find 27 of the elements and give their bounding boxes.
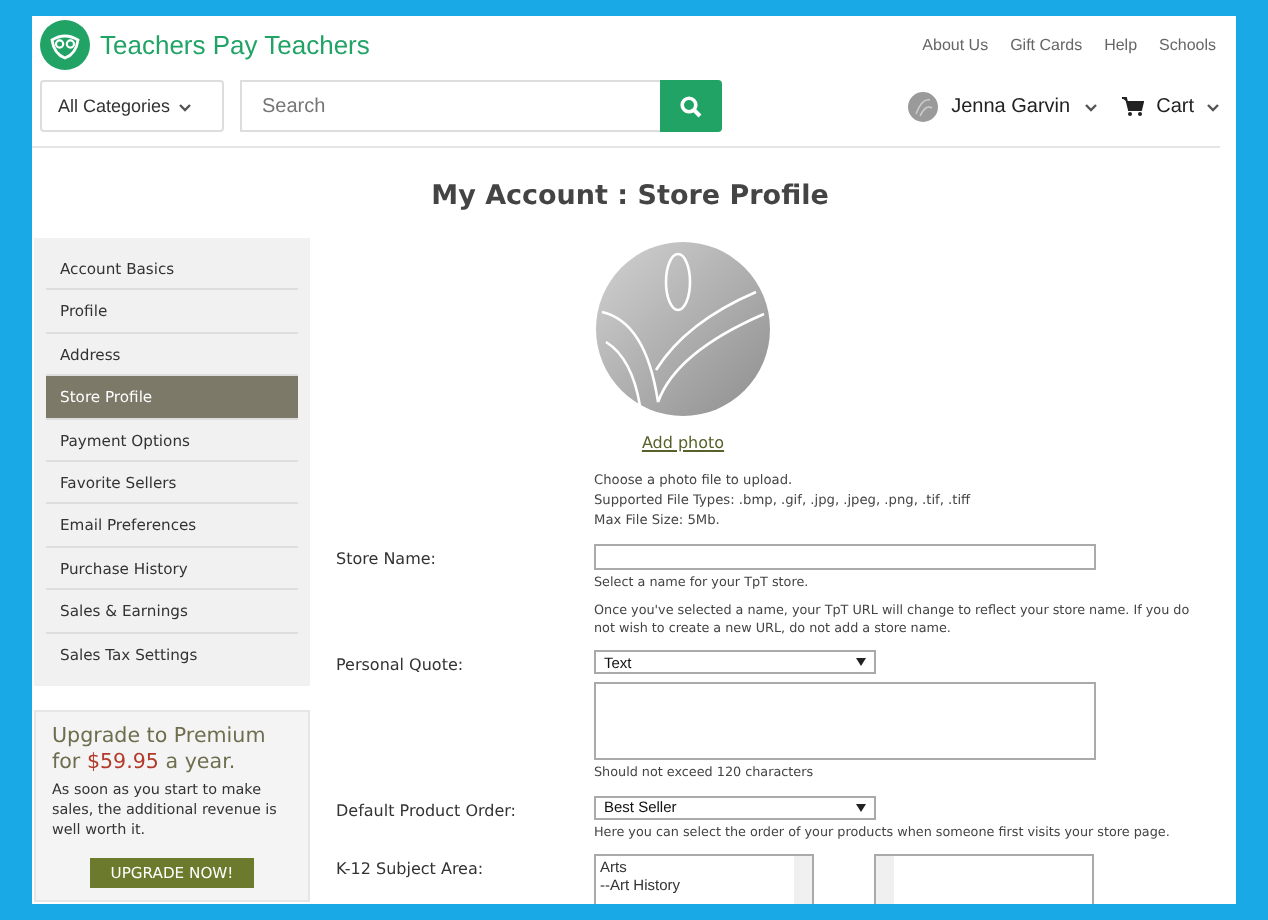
cart-menu[interactable]: Cart [1122,95,1220,117]
nav-link[interactable]: Schools [1159,36,1216,54]
nav-link[interactable]: Gift Cards [1010,36,1083,54]
dropdown-arrow-icon [856,803,866,812]
caret-icon [1084,101,1099,111]
page-title: My Account : Store Profile [429,180,831,212]
dropdown-arrow-icon [856,658,866,667]
search-button[interactable] [660,80,722,132]
text-area[interactable] [594,682,1096,761]
field-label: Personal Quote: [336,654,466,679]
field-label: Default Product Order: [336,799,518,824]
cart-icon [1122,96,1145,116]
search-field[interactable]: Search [240,80,660,132]
search-icon [680,95,702,117]
add-photo-link[interactable]: Add photo [641,434,725,452]
field-label: Store Name: [336,548,438,573]
user-menu[interactable]: Jenna Garvin [907,91,1099,121]
caret-icon [178,101,193,111]
avatar-placeholder-icon [596,242,770,416]
text-field[interactable] [594,544,1096,571]
avatar-icon [907,91,938,121]
caret-icon [1206,101,1220,111]
category-dropdown[interactable]: All Categories [40,80,224,132]
field-label: K-12 Subject Area: [336,858,486,883]
nav-link[interactable]: Help [1104,36,1138,54]
nav-link[interactable]: About Us [922,36,989,54]
promo-headline: Upgrade to Premium for $59.95 a year. [52,724,268,775]
